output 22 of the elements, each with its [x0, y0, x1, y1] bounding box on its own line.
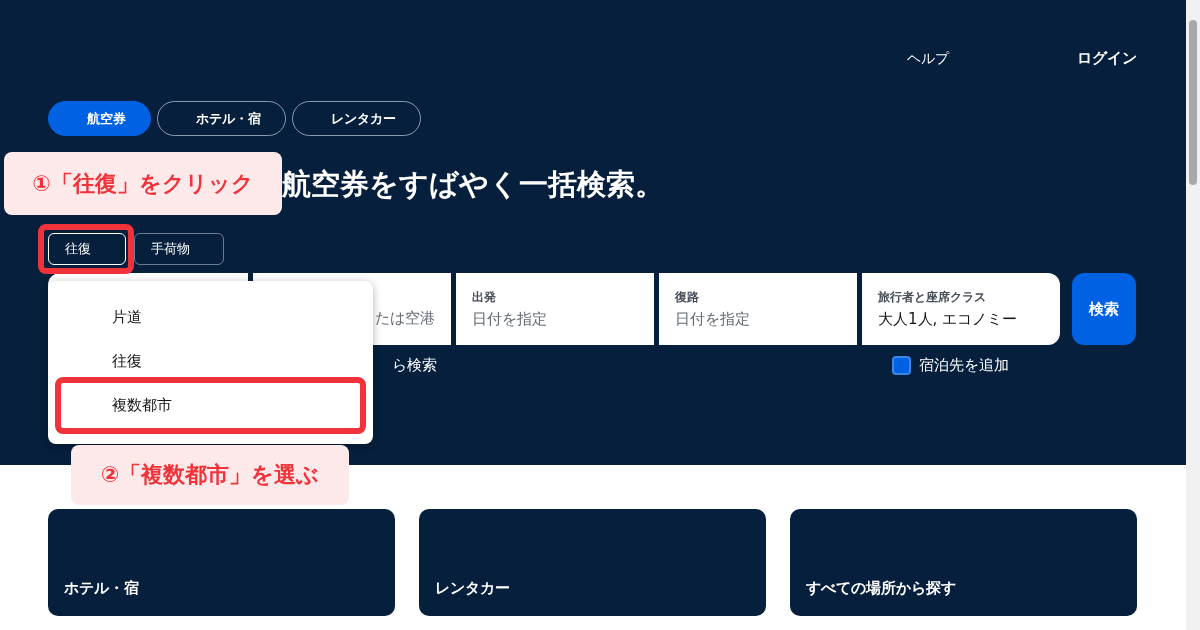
header-link[interactable]: ヘルプ — [907, 48, 949, 101]
header-link[interactable]: ログイン — [1077, 48, 1137, 101]
menu-item[interactable]: 片道 — [112, 306, 142, 328]
trip-option-button[interactable]: 往復 — [48, 233, 126, 265]
scrollbar[interactable] — [1186, 0, 1200, 630]
annotation-callout: ②「複数都市」を選ぶ — [71, 445, 349, 505]
annotation-callout: ①「往復」をクリック — [4, 152, 282, 215]
checkbox[interactable] — [892, 355, 911, 375]
menu-item[interactable]: 往復 — [112, 350, 142, 372]
add-stay-label: 宿泊先を追加 — [919, 355, 1009, 375]
trip-option-button[interactable]: 手荷物 — [134, 233, 224, 265]
category-card[interactable]: レンタカー — [419, 509, 766, 616]
category-card[interactable]: ホテル・宿 — [48, 509, 395, 616]
page-heading: 航空券をすばやく一括検索。 — [282, 166, 665, 203]
search-field[interactable]: 旅行者と座席クラス 大人1人, エコノミー — [862, 273, 1060, 345]
nearby-search-link[interactable]: ら検索 — [392, 355, 437, 375]
search-field[interactable]: 出発 日付を指定 — [456, 273, 654, 345]
category-card[interactable]: すべての場所から探す — [790, 509, 1137, 616]
menu-item[interactable]: 複数都市 — [112, 394, 172, 416]
search-field[interactable]: 復路 日付を指定 — [659, 273, 857, 345]
category-tab[interactable]: 航空券 — [48, 101, 151, 136]
search-button[interactable]: 検索 — [1072, 273, 1136, 345]
